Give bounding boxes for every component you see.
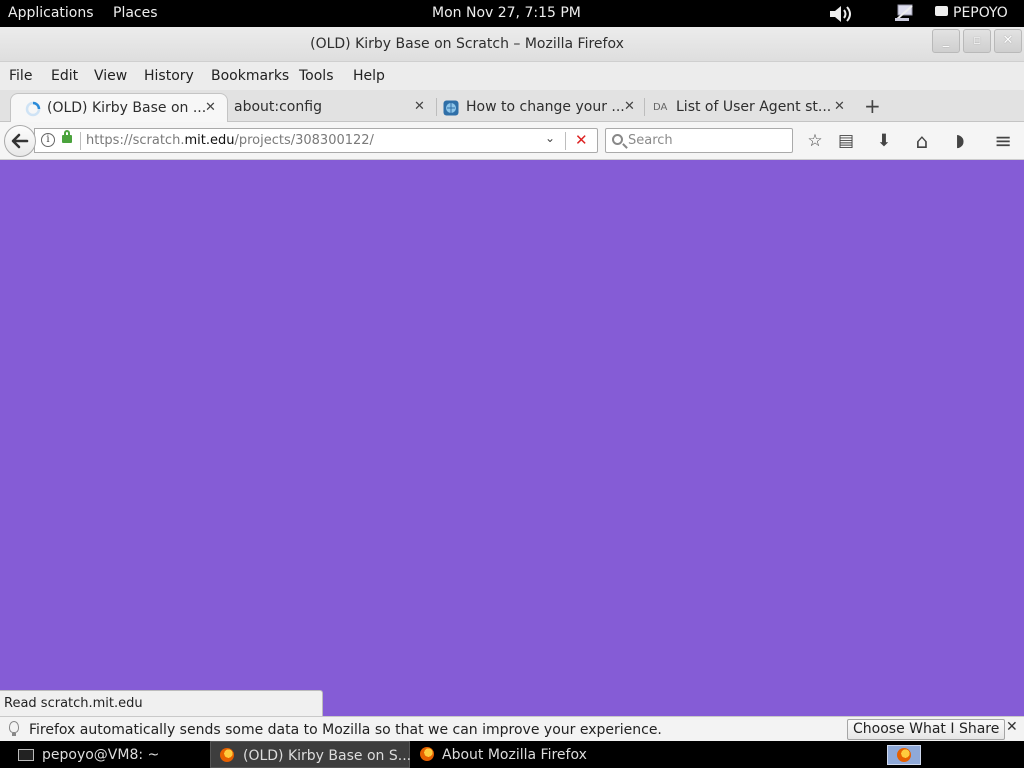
- url-path: /projects/308300122/: [234, 133, 374, 148]
- info-icon[interactable]: i: [41, 133, 55, 147]
- clock[interactable]: Mon Nov 27, 7:15 PM: [432, 5, 581, 21]
- user-name: PEPOYO: [953, 5, 1008, 21]
- library-icon[interactable]: ▤: [835, 130, 857, 152]
- url-text[interactable]: https://scratch.mit.edu/projects/3083001…: [86, 133, 374, 148]
- tab-kirby-base[interactable]: (OLD) Kirby Base on ... ✕: [10, 93, 228, 122]
- lock-icon[interactable]: [62, 130, 72, 143]
- new-tab-button[interactable]: +: [864, 94, 881, 118]
- menu-history[interactable]: History: [144, 68, 194, 84]
- tab-about-config[interactable]: about:config ✕: [228, 93, 436, 122]
- firefox-icon: [897, 748, 911, 762]
- stop-icon[interactable]: ✕: [575, 131, 588, 149]
- menu-help[interactable]: Help: [353, 68, 385, 84]
- tab-strip: (OLD) Kirby Base on ... ✕ about:config ✕…: [0, 90, 1024, 122]
- search-input[interactable]: [628, 130, 788, 151]
- chat-icon: [935, 6, 948, 16]
- url-divider: [565, 132, 566, 150]
- task-label: (OLD) Kirby Base on S...: [243, 748, 412, 764]
- tab-label: How to change your ...: [466, 99, 625, 115]
- window-close-button[interactable]: ✕: [994, 29, 1022, 53]
- da-favicon-icon: DA: [653, 102, 668, 113]
- status-text: Read scratch.mit.edu: [4, 696, 143, 711]
- lightbulb-icon: [9, 721, 19, 736]
- task-about-firefox[interactable]: About Mozilla Firefox: [412, 741, 612, 768]
- menu-bookmarks[interactable]: Bookmarks: [211, 68, 289, 84]
- user-menu[interactable]: PEPOYO: [935, 5, 1008, 21]
- gnome-top-bar: Applications Places Mon Nov 27, 7:15 PM …: [0, 0, 1024, 27]
- notification-close-icon[interactable]: ✕: [1006, 719, 1018, 735]
- hamburger-menu-icon[interactable]: ≡: [992, 130, 1014, 152]
- back-button[interactable]: [4, 125, 36, 157]
- page-content[interactable]: [0, 160, 1024, 716]
- globe-icon: [443, 100, 459, 116]
- url-prefix: https://scratch.: [86, 133, 185, 148]
- tab-how-to-change[interactable]: How to change your ... ✕: [437, 93, 644, 122]
- volume-icon[interactable]: [828, 3, 854, 29]
- url-host: mit.edu: [184, 133, 235, 148]
- taskbar: pepoyo@VM8: ~ (OLD) Kirby Base on S... A…: [0, 741, 1024, 768]
- maximize-button[interactable]: ▫: [963, 29, 991, 53]
- task-label: pepoyo@VM8: ~: [42, 747, 160, 763]
- status-panel: Read scratch.mit.edu: [0, 690, 323, 716]
- navigation-toolbar: i https://scratch.mit.edu/projects/30830…: [0, 122, 1024, 160]
- search-icon: [612, 134, 623, 145]
- menu-view[interactable]: View: [94, 68, 127, 84]
- tab-label: (OLD) Kirby Base on ...: [47, 100, 207, 116]
- terminal-icon: [18, 749, 34, 761]
- network-icon[interactable]: [893, 2, 915, 28]
- task-firefox-kirby[interactable]: (OLD) Kirby Base on S...: [210, 741, 412, 768]
- tab-close-icon[interactable]: ✕: [624, 99, 635, 114]
- menu-edit[interactable]: Edit: [51, 68, 78, 84]
- choose-what-i-share-button[interactable]: Choose What I Share: [847, 719, 1006, 740]
- firefox-icon: [220, 748, 234, 762]
- back-arrow-icon: [11, 133, 29, 149]
- menu-tools[interactable]: Tools: [299, 68, 334, 84]
- window-titlebar[interactable]: (OLD) Kirby Base on Scratch – Mozilla Fi…: [0, 27, 1024, 62]
- workspace-switcher[interactable]: [887, 745, 921, 765]
- applications-menu[interactable]: Applications: [8, 5, 94, 21]
- tab-close-icon[interactable]: ✕: [205, 100, 216, 115]
- notification-text: Firefox automatically sends some data to…: [29, 722, 662, 738]
- minimize-button[interactable]: _: [932, 29, 960, 53]
- places-menu[interactable]: Places: [113, 5, 158, 21]
- firefox-icon: [420, 747, 434, 761]
- menu-file[interactable]: File: [9, 68, 32, 84]
- pocket-icon[interactable]: ◗: [949, 130, 971, 152]
- notification-bar: Firefox automatically sends some data to…: [0, 716, 1024, 741]
- url-divider: [80, 132, 81, 150]
- search-bar[interactable]: [605, 128, 793, 153]
- tab-label: about:config: [234, 99, 322, 115]
- window-title: (OLD) Kirby Base on Scratch – Mozilla Fi…: [310, 36, 624, 52]
- url-bar[interactable]: i https://scratch.mit.edu/projects/30830…: [34, 128, 598, 153]
- menu-bar: File Edit View History Bookmarks Tools H…: [0, 62, 1024, 90]
- tab-close-icon[interactable]: ✕: [414, 99, 425, 114]
- chevron-down-icon[interactable]: ⌄: [545, 131, 555, 145]
- tab-close-icon[interactable]: ✕: [834, 99, 845, 114]
- download-icon[interactable]: ⬇: [873, 130, 895, 152]
- bookmark-star-icon[interactable]: ☆: [804, 130, 826, 152]
- loading-spinner-icon: [25, 101, 41, 117]
- tab-user-agent-list[interactable]: DA List of User Agent st... ✕: [645, 93, 855, 122]
- task-terminal[interactable]: pepoyo@VM8: ~: [0, 741, 205, 768]
- tab-label: List of User Agent st...: [676, 99, 832, 115]
- home-icon[interactable]: ⌂: [911, 130, 933, 152]
- task-label: About Mozilla Firefox: [442, 747, 587, 763]
